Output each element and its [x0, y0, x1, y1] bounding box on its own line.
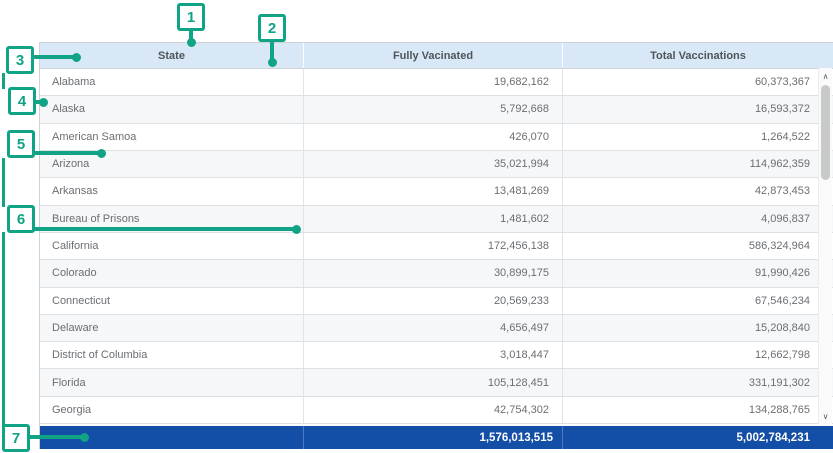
vaccination-table: State Fully Vacinated Total Vaccinations…	[39, 42, 833, 449]
cell-state[interactable]: Connecticut	[40, 288, 303, 314]
callout-3-dot	[72, 53, 81, 62]
cell-total-vaccinations[interactable]: 1,264,522	[562, 124, 833, 150]
cell-fully-vaccinated[interactable]: 42,754,302	[303, 397, 562, 423]
callout-4-dot	[39, 98, 48, 107]
callout-1-dot	[187, 38, 196, 47]
callout-6-leader-line	[34, 227, 294, 231]
table-row[interactable]: Connecticut20,569,23367,546,234	[40, 288, 833, 315]
cell-fully-vaccinated[interactable]: 3,018,447	[303, 342, 562, 368]
cell-state[interactable]: Georgia	[40, 397, 303, 423]
callout-5-label: 5	[17, 136, 25, 153]
table-row[interactable]: Alabama19,682,16260,373,367	[40, 69, 833, 96]
callout-connector-3-4	[2, 73, 5, 89]
callout-7-dot	[80, 433, 89, 442]
callout-2-dot	[268, 58, 277, 67]
cell-total-vaccinations[interactable]: 91,990,426	[562, 260, 833, 286]
cell-total-vaccinations[interactable]: 114,962,359	[562, 151, 833, 177]
cell-fully-vaccinated[interactable]: 19,682,162	[303, 69, 562, 95]
cell-state[interactable]: Delaware	[40, 315, 303, 341]
cell-total-vaccinations[interactable]: 331,191,302	[562, 369, 833, 395]
cell-total-vaccinations[interactable]: 134,288,765	[562, 397, 833, 423]
callout-5-leader-line	[34, 151, 100, 155]
callout-3-label: 3	[16, 52, 24, 69]
callout-5: 5	[7, 130, 35, 158]
cell-fully-vaccinated[interactable]: 172,456,138	[303, 233, 562, 259]
table-row[interactable]: Alaska5,792,66816,593,372	[40, 96, 833, 123]
table-row[interactable]: Colorado30,899,17591,990,426	[40, 260, 833, 287]
callout-6-dot	[292, 225, 301, 234]
cell-fully-vaccinated[interactable]: 1,481,602	[303, 206, 562, 232]
cell-fully-vaccinated[interactable]: 20,569,233	[303, 288, 562, 314]
cell-fully-vaccinated[interactable]: 105,128,451	[303, 369, 562, 395]
annotated-table-screenshot: State Fully Vacinated Total Vaccinations…	[0, 0, 833, 453]
table-body: Alabama19,682,16260,373,367Alaska5,792,6…	[40, 69, 833, 424]
cell-total-vaccinations[interactable]: 67,546,234	[562, 288, 833, 314]
vertical-scrollbar[interactable]: ∧ ∨	[818, 68, 832, 424]
table-header-row: State Fully Vacinated Total Vaccinations	[40, 43, 833, 69]
total-fully-vaccinated: 1,576,013,515	[303, 426, 562, 449]
callout-7-leader-line	[29, 435, 82, 439]
cell-total-vaccinations[interactable]: 12,662,798	[562, 342, 833, 368]
cell-state[interactable]: California	[40, 233, 303, 259]
table-row[interactable]: Delaware4,656,49715,208,840	[40, 315, 833, 342]
cell-total-vaccinations[interactable]: 4,096,837	[562, 206, 833, 232]
cell-state[interactable]: Alaska	[40, 96, 303, 122]
cell-total-vaccinations[interactable]: 586,324,964	[562, 233, 833, 259]
total-total-vaccinations: 5,002,784,231	[562, 426, 833, 449]
cell-fully-vaccinated[interactable]: 35,021,994	[303, 151, 562, 177]
cell-fully-vaccinated[interactable]: 13,481,269	[303, 178, 562, 204]
callout-6: 6	[7, 205, 35, 233]
cell-fully-vaccinated[interactable]: 4,656,497	[303, 315, 562, 341]
column-header-fully-vaccinated[interactable]: Fully Vacinated	[303, 43, 562, 68]
cell-state[interactable]: American Samoa	[40, 124, 303, 150]
cell-fully-vaccinated[interactable]: 426,070	[303, 124, 562, 150]
callout-3: 3	[6, 46, 34, 74]
table-row[interactable]: American Samoa426,0701,264,522	[40, 124, 833, 151]
table-row[interactable]: Arizona35,021,994114,962,359	[40, 151, 833, 178]
table-row[interactable]: Georgia42,754,302134,288,765	[40, 397, 833, 424]
table-row[interactable]: Florida105,128,451331,191,302	[40, 369, 833, 396]
callout-6-label: 6	[17, 211, 25, 228]
cell-total-vaccinations[interactable]: 42,873,453	[562, 178, 833, 204]
callout-1: 1	[177, 3, 205, 31]
callout-2-label: 2	[268, 20, 276, 37]
cell-state[interactable]: Alabama	[40, 69, 303, 95]
scroll-up-icon[interactable]: ∧	[819, 69, 832, 83]
cell-total-vaccinations[interactable]: 60,373,367	[562, 69, 833, 95]
table-row[interactable]: California172,456,138586,324,964	[40, 233, 833, 260]
cell-state[interactable]: District of Columbia	[40, 342, 303, 368]
column-header-total-vaccinations[interactable]: Total Vaccinations	[562, 43, 833, 68]
cell-total-vaccinations[interactable]: 15,208,840	[562, 315, 833, 341]
cell-state[interactable]: Colorado	[40, 260, 303, 286]
cell-fully-vaccinated[interactable]: 30,899,175	[303, 260, 562, 286]
cell-total-vaccinations[interactable]: 16,593,372	[562, 96, 833, 122]
callout-7-label: 7	[12, 430, 20, 447]
callout-4-label: 4	[18, 93, 26, 110]
callout-7: 7	[2, 424, 30, 452]
table-row[interactable]: District of Columbia3,018,44712,662,798	[40, 342, 833, 369]
callout-2: 2	[258, 14, 286, 42]
cell-fully-vaccinated[interactable]: 5,792,668	[303, 96, 562, 122]
callout-1-label: 1	[187, 9, 195, 26]
table-total-row: 1,576,013,515 5,002,784,231	[40, 426, 833, 449]
cell-state[interactable]: Arkansas	[40, 178, 303, 204]
scrollbar-thumb[interactable]	[821, 85, 830, 180]
table-row[interactable]: Arkansas13,481,26942,873,453	[40, 178, 833, 205]
callout-3-leader-line	[33, 55, 75, 59]
callout-5-dot	[97, 149, 106, 158]
scroll-down-icon[interactable]: ∨	[819, 409, 832, 423]
cell-state[interactable]: Florida	[40, 369, 303, 395]
callout-4: 4	[8, 87, 36, 115]
callout-connector-6-7	[2, 232, 5, 426]
callout-connector-5-6	[2, 158, 5, 207]
